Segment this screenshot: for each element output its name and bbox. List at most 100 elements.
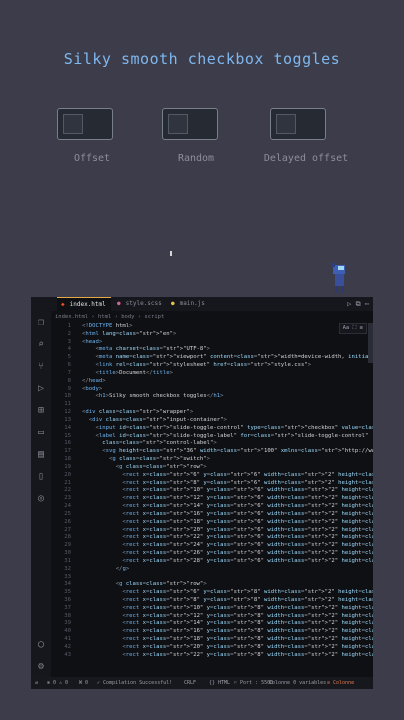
search-icon[interactable]: ⌕	[35, 339, 47, 351]
remote-explorer-icon[interactable]: ▭	[35, 427, 47, 439]
account-icon[interactable]: ◯	[35, 639, 47, 651]
code-line[interactable]: 38 <rect x=class="str">"12" y=class="str…	[51, 613, 373, 621]
code-line[interactable]: 42 <rect x=class="str">"20" y=class="str…	[51, 644, 373, 652]
code-text: <rect x=class="str">"8" y=class="str">"6…	[122, 479, 373, 486]
line-number: 9	[67, 385, 71, 392]
code-line[interactable]: 14 <input id=class="str">"slide-toggle-c…	[51, 424, 373, 433]
code-line[interactable]: 20 <rect x=class="str">"6" y=class="str"…	[51, 471, 373, 480]
line-number: 31	[64, 557, 71, 564]
code-line[interactable]: 39 <rect x=class="str">"14" y=class="str…	[51, 620, 373, 628]
code-text: <input id=class="str">"slide-toggle-cont…	[95, 424, 373, 431]
line-number: 43	[64, 651, 71, 658]
scrollbar[interactable]	[368, 323, 373, 363]
problems-status[interactable]: ⊗ 0 ⚠ 0	[47, 677, 68, 689]
tab-index-html[interactable]: ◆ index.html	[57, 297, 111, 311]
code-text: <g class=class="str">"switch">	[108, 456, 211, 463]
line-number: 22	[64, 487, 71, 494]
random-toggle[interactable]	[162, 108, 218, 140]
code-line[interactable]: 36 <rect x=class="str">"8" y=class="str"…	[51, 597, 373, 605]
code-text: <rect x=class="str">"28" y=class="str">"…	[122, 557, 373, 564]
folder-icon[interactable]: ▤	[35, 449, 47, 461]
code-text: </g>	[115, 565, 130, 572]
source-control-icon[interactable]: ⑂	[35, 361, 47, 373]
warnings-status[interactable]: W 0	[79, 677, 88, 689]
code-line[interactable]: 22 <rect x=class="str">"10" y=class="str…	[51, 487, 373, 495]
code-text: <rect x=class="str">"24" y=class="str">"…	[122, 542, 373, 549]
code-line[interactable]: 32 </g>	[51, 566, 367, 574]
live-server-port[interactable]: ⚐ Port : 5500	[234, 677, 273, 689]
code-line[interactable]: 13 <div class=class="str">"input-contain…	[51, 417, 367, 425]
delayed-offset-toggle[interactable]	[270, 108, 326, 140]
code-line[interactable]: 28 <rect x=class="str">"22" y=class="str…	[51, 534, 373, 542]
code-line[interactable]: 26 <rect x=class="str">"18" y=class="str…	[51, 519, 373, 527]
remote-icon[interactable]: ⇄	[35, 677, 38, 689]
column-status[interactable]: Colonne 0 variables	[269, 677, 326, 689]
explorer-icon[interactable]: ❐	[35, 317, 47, 329]
code-line[interactable]: 18 <g class=class="str">"switch">	[51, 456, 367, 464]
line-number: 20	[64, 471, 71, 478]
code-text: <!DOCTYPE html>	[82, 323, 133, 329]
run-debug-icon[interactable]: ▷	[35, 383, 47, 395]
code-line[interactable]: 30 <rect x=class="str">"26" y=class="str…	[51, 550, 373, 558]
code-line[interactable]: 27 <rect x=class="str">"20" y=class="str…	[51, 527, 373, 535]
code-line[interactable]: 31 <rect x=class="str">"28" y=class="str…	[51, 557, 373, 566]
code-line[interactable]: 5 <meta name=class="str">"viewport" cont…	[51, 354, 373, 362]
code-line[interactable]: 37 <rect x=class="str">"10" y=class="str…	[51, 605, 373, 613]
code-line[interactable]: 29 <rect x=class="str">"24" y=class="str…	[51, 542, 373, 550]
code-line[interactable]: 8 </head>	[51, 378, 367, 386]
tab-style-scss[interactable]: ● style.scss	[113, 297, 165, 311]
line-number: 14	[64, 424, 71, 431]
code-text: <meta name=class="str">"viewport" conten…	[95, 354, 373, 361]
breadcrumb[interactable]: index.html › html › body › script	[55, 313, 164, 322]
colonne-status[interactable]: ⊘ Colonne	[327, 677, 354, 689]
extensions-icon[interactable]: ⊞	[35, 405, 47, 417]
code-line[interactable]: 35 <rect x=class="str">"6" y=class="str"…	[51, 589, 373, 597]
split-editor-icon[interactable]: ⧉	[356, 300, 361, 308]
code-line[interactable]: 9 <body>	[51, 386, 367, 394]
code-line[interactable]: 40 <rect x=class="str">"16" y=class="str…	[51, 628, 373, 636]
code-line[interactable]: 10 <h1>Silky smooth checkbox toggles</h1…	[51, 393, 367, 401]
code-text: <rect x=class="str">"10" y=class="str">"…	[122, 487, 373, 494]
code-line[interactable]: 19 <g class=class="str">"row">	[51, 464, 367, 472]
code-line[interactable]: 17 <svg height=class="str">"36" width=cl…	[51, 448, 373, 456]
code-line[interactable]: 24 <rect x=class="str">"14" y=class="str…	[51, 503, 373, 511]
code-line[interactable]: 6 <link rel=class="str">"stylesheet" hre…	[51, 362, 367, 370]
code-line[interactable]: 43 <rect x=class="str">"22" y=class="str…	[51, 651, 373, 660]
code-line[interactable]: 33	[51, 574, 367, 582]
line-ending[interactable]: CRLF	[184, 677, 196, 689]
line-number: 3	[67, 338, 71, 345]
line-number: 35	[64, 589, 71, 596]
code-line[interactable]: 1 <!DOCTYPE html>	[51, 323, 367, 331]
code-line[interactable]: 41 <rect x=class="str">"18" y=class="str…	[51, 636, 373, 644]
device-icon[interactable]: ▯	[35, 471, 47, 483]
code-line[interactable]: 3 <head>	[51, 339, 367, 347]
line-number: 2	[67, 330, 71, 337]
line-number: 19	[64, 463, 71, 470]
compile-status[interactable]: ✓ Compilation Successful!	[97, 677, 172, 689]
code-text: <rect x=class="str">"16" y=class="str">"…	[122, 510, 373, 517]
tab-main-js[interactable]: ● main.js	[167, 297, 215, 311]
run-icon[interactable]: ▷	[347, 300, 351, 308]
code-line[interactable]: 34 <g class=class="str">"row">	[51, 581, 367, 589]
code-line[interactable]: 2 <html lang=class="str">"en">	[51, 331, 367, 339]
code-line[interactable]: 12 <div class=class="str">"wrapper">	[51, 409, 367, 417]
language-mode[interactable]: {} HTML	[209, 677, 230, 689]
more-actions-icon[interactable]: ⋯	[365, 300, 369, 308]
code-line[interactable]: 25 <rect x=class="str">"16" y=class="str…	[51, 511, 373, 519]
code-text: <g class=class="str">"row">	[115, 581, 207, 588]
code-line[interactable]: 15 <label id=class="str">"slide-toggle-l…	[51, 433, 368, 441]
code-line[interactable]: 7 <title>Document</title>	[51, 370, 367, 378]
offset-toggle[interactable]	[57, 108, 113, 140]
live-share-icon[interactable]: ◎	[35, 493, 47, 505]
code-line[interactable]: 23 <rect x=class="str">"12" y=class="str…	[51, 495, 373, 503]
scss-file-icon: ●	[117, 300, 121, 307]
code-line[interactable]: 11	[51, 401, 367, 409]
settings-gear-icon[interactable]: ⚙	[35, 661, 47, 673]
code-text: <link rel=class="str">"stylesheet" href=…	[95, 362, 312, 369]
code-area[interactable]: 1 <!DOCTYPE html> 2 <html lang=class="str">…	[51, 323, 373, 660]
line-number: 21	[64, 479, 71, 486]
code-line[interactable]: 4 <meta charset=class="str">"UTF-8">	[51, 346, 367, 354]
code-line[interactable]: 16 class=class="str">"control-label">	[51, 440, 367, 448]
code-line[interactable]: 21 <rect x=class="str">"8" y=class="str"…	[51, 479, 373, 488]
code-text: <rect x=class="str">"22" y=class="str">"…	[122, 534, 373, 541]
